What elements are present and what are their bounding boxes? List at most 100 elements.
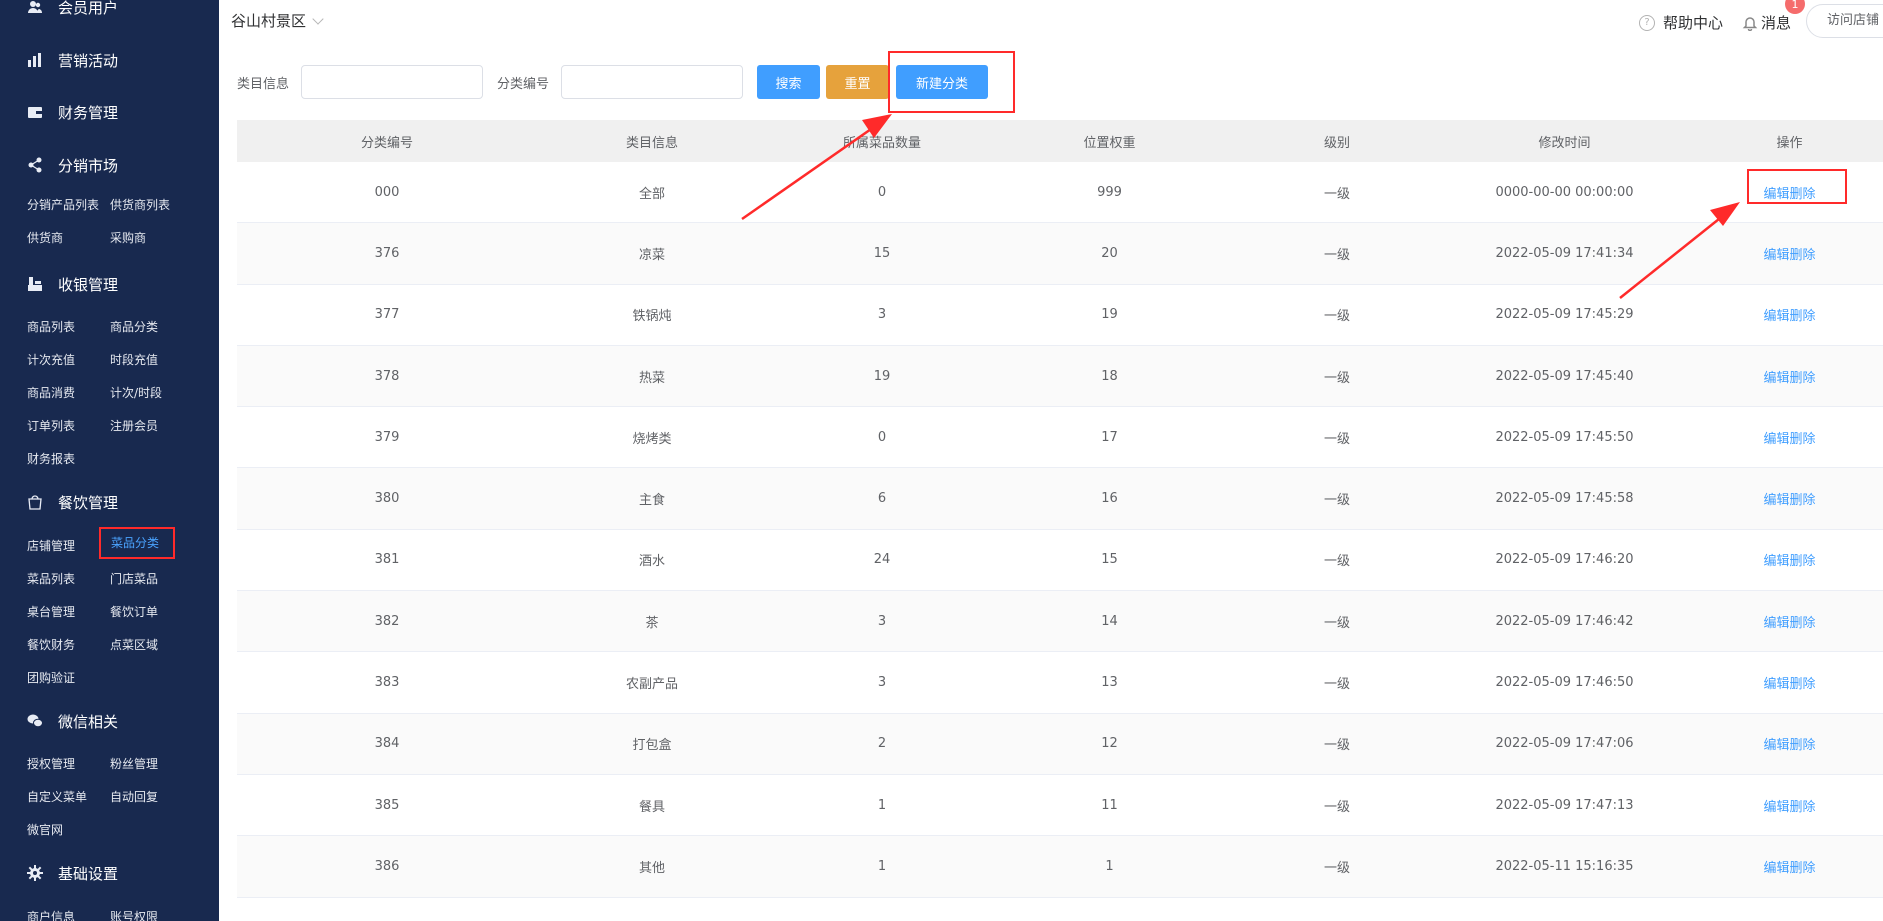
sidebar-item[interactable]: 账号权限: [110, 906, 158, 921]
table-cell: 17: [1101, 429, 1118, 445]
edit-delete-link[interactable]: 编辑删除: [1677, 305, 1883, 324]
table-cell: 凉菜: [638, 247, 665, 263]
table-cell: 380: [374, 491, 400, 507]
sidebar-item[interactable]: 点菜区域: [110, 634, 158, 656]
edit-delete-link[interactable]: 编辑删除: [1677, 489, 1883, 508]
edit-delete-link[interactable]: 编辑删除: [1677, 428, 1883, 447]
category-code-input[interactable]: [561, 65, 743, 99]
category-code-label: 分类编号: [497, 77, 550, 92]
sidebar-section-distribution[interactable]: 分销市场: [26, 151, 118, 179]
sidebar-item[interactable]: 团购验证: [27, 667, 75, 689]
sidebar-item[interactable]: 商品列表: [27, 316, 75, 338]
sidebar-item[interactable]: 店铺管理: [27, 535, 75, 557]
visit-store-button[interactable]: 访问店铺: [1806, 4, 1883, 38]
edit-delete-link[interactable]: 编辑删除: [1677, 612, 1883, 631]
sidebar-item[interactable]: 商户信息: [27, 906, 75, 921]
table-cell: 0: [877, 184, 887, 200]
sidebar-item[interactable]: 分销产品列表: [27, 194, 99, 216]
table-cell: 茶: [645, 615, 659, 631]
search-button[interactable]: 搜索: [757, 65, 820, 99]
store-switcher[interactable]: 谷山村景区: [231, 10, 324, 31]
sidebar-item[interactable]: 门店菜品: [110, 568, 158, 590]
sidebar-section-label: 分销市场: [58, 156, 119, 175]
table-cell: 一级: [1323, 247, 1350, 263]
sidebar-section-label: 餐饮管理: [58, 493, 119, 512]
table-cell: 2022-05-11 15:16:35: [1495, 858, 1634, 874]
sidebar-section-catering[interactable]: 餐饮管理: [26, 488, 118, 516]
table-cell: 2022-05-09 17:45:58: [1495, 491, 1634, 507]
sidebar-item[interactable]: 餐饮订单: [110, 601, 158, 623]
sidebar-item[interactable]: 财务报表: [27, 448, 75, 470]
sidebar-item[interactable]: 供货商: [27, 227, 63, 249]
table-cell: 3: [877, 307, 887, 323]
column-header: 级别: [1323, 135, 1350, 151]
new-category-button[interactable]: 新建分类: [896, 65, 988, 99]
edit-delete-link[interactable]: 编辑删除: [1677, 857, 1883, 876]
table-cell: 农副产品: [625, 677, 678, 693]
sidebar-section-label: 微信相关: [58, 712, 119, 731]
table-cell: 热菜: [638, 370, 665, 386]
sidebar-item[interactable]: 自动回复: [110, 786, 158, 808]
table-cell: 11: [1101, 797, 1118, 813]
table-cell: 19: [873, 368, 891, 384]
sidebar-item[interactable]: 注册会员: [110, 415, 158, 437]
table-row: 380 主食 6 16 一级 2022-05-09 17:45:58 编辑删除: [237, 468, 1883, 530]
edit-delete-link[interactable]: 编辑删除: [1677, 734, 1883, 753]
table-cell: 其他: [638, 860, 665, 876]
messages-label: 消息: [1761, 14, 1792, 32]
reset-button[interactable]: 重置: [826, 65, 889, 99]
shopping-bag-icon: [26, 493, 44, 511]
table-cell: 386: [374, 858, 400, 874]
edit-delete-link[interactable]: 编辑删除: [1677, 367, 1883, 386]
sidebar-item-active[interactable]: 菜品分类: [99, 527, 175, 559]
category-info-input[interactable]: [301, 65, 483, 99]
sidebar-section-members[interactable]: 会员用户: [26, 0, 118, 21]
sidebar-item[interactable]: 订单列表: [27, 415, 75, 437]
table-cell: 2022-05-09 17:41:34: [1495, 245, 1634, 261]
table-cell: 1: [877, 858, 887, 874]
edit-delete-link[interactable]: 编辑删除: [1677, 183, 1883, 202]
sidebar-item[interactable]: 菜品列表: [27, 568, 75, 590]
sidebar-item[interactable]: 计次/时段: [110, 382, 162, 404]
table-cell: 0: [877, 429, 887, 445]
sidebar-item[interactable]: 时段充值: [110, 349, 158, 371]
cashier-icon: [26, 275, 44, 293]
table-cell: 13: [1101, 675, 1118, 691]
table-cell: 一级: [1323, 431, 1350, 447]
edit-delete-link[interactable]: 编辑删除: [1677, 550, 1883, 569]
top-bar: 谷山村景区 ? 帮助中心 消息 1 访问店铺: [219, 0, 1883, 48]
sidebar-item[interactable]: 餐饮财务: [27, 634, 75, 656]
sidebar-section-settings[interactable]: 基础设置: [26, 859, 118, 887]
messages-link[interactable]: 消息: [1742, 12, 1791, 33]
table-row: 379 烧烤类 0 17 一级 2022-05-09 17:45:50 编辑删除: [237, 407, 1883, 469]
table-cell: 一级: [1323, 738, 1350, 754]
help-center-link[interactable]: ? 帮助中心: [1639, 12, 1723, 33]
sidebar-item[interactable]: 商品分类: [110, 316, 158, 338]
edit-delete-link[interactable]: 编辑删除: [1677, 796, 1883, 815]
sidebar-item[interactable]: 自定义菜单: [27, 786, 87, 808]
table-cell: 2022-05-09 17:46:42: [1495, 613, 1634, 629]
sidebar-item[interactable]: 供货商列表: [110, 194, 170, 216]
sidebar-section-wechat[interactable]: 微信相关: [26, 707, 118, 735]
sidebar-item[interactable]: 粉丝管理: [110, 753, 158, 775]
sidebar-item[interactable]: 计次充值: [27, 349, 75, 371]
share-nodes-icon: [26, 156, 44, 174]
sidebar-item[interactable]: 商品消费: [27, 382, 75, 404]
table-cell: 0000-00-00 00:00:00: [1495, 184, 1634, 200]
edit-delete-link[interactable]: 编辑删除: [1677, 244, 1883, 263]
table-row: 378 热菜 19 18 一级 2022-05-09 17:45:40 编辑删除: [237, 345, 1883, 408]
store-name: 谷山村景区: [231, 12, 307, 30]
table-cell: 2: [877, 736, 887, 752]
app-root: 会员用户 营销活动 财务管理 分销市场 分销产品列表 供货商列表 供货商 采购商…: [0, 0, 1883, 921]
sidebar-section-label: 收银管理: [58, 275, 119, 294]
sidebar-item[interactable]: 微官网: [27, 819, 63, 841]
sidebar-item[interactable]: 授权管理: [27, 753, 75, 775]
sidebar-item[interactable]: 桌台管理: [27, 601, 75, 623]
edit-delete-link[interactable]: 编辑删除: [1677, 673, 1883, 692]
sidebar-item[interactable]: 采购商: [110, 227, 146, 249]
sidebar-section-cashier[interactable]: 收银管理: [26, 270, 118, 298]
table-cell: 3: [877, 675, 887, 691]
sidebar-section-finance[interactable]: 财务管理: [26, 98, 118, 126]
sidebar-section-marketing[interactable]: 营销活动: [26, 46, 118, 74]
table-cell: 2022-05-09 17:46:20: [1495, 552, 1634, 568]
